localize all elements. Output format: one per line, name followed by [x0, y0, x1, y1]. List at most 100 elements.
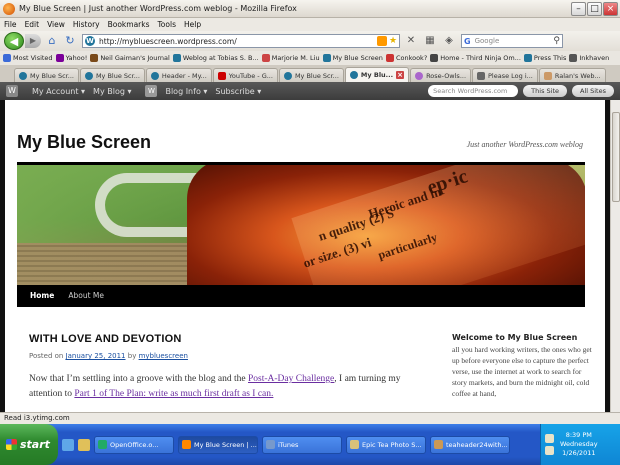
wordpress-admin-bar: W My Account ▾ My Blog ▾ W Blog Info ▾ S… — [0, 82, 620, 100]
home-icon[interactable]: ⌂ — [45, 34, 59, 48]
this-site-button[interactable]: This Site — [523, 85, 567, 97]
browser-tab[interactable]: Rose-Owls... — [410, 68, 472, 82]
window-controls: – □ × — [571, 2, 618, 16]
browser-tab[interactable]: Ralan's Web... — [538, 68, 606, 82]
system-clock[interactable]: 8:39 PM Wednesday 1/26/2011 — [560, 431, 598, 458]
tab-strip: My Blue Scr... My Blue Scr... Header - M… — [0, 65, 620, 82]
browser-tab-active[interactable]: My Blu... × — [344, 67, 410, 82]
stop-icon[interactable]: ✕ — [403, 34, 419, 48]
bookmark-item[interactable]: Conkook? — [385, 54, 427, 62]
bookmark-item[interactable]: Yahoo! — [55, 54, 87, 62]
tray-icons — [545, 434, 554, 455]
status-bar: Read i3.ytimg.com — [0, 412, 620, 424]
windows-taskbar: start OpenOffice.o... My Blue Screen | .… — [0, 424, 620, 465]
url-text[interactable]: http://mybluescreen.wordpress.com/ — [99, 37, 237, 46]
reload-icon[interactable]: ↻ — [63, 34, 77, 48]
menu-item-home[interactable]: Home — [23, 285, 61, 307]
close-button[interactable]: × — [603, 2, 618, 16]
part-1-plan-link[interactable]: Part 1 of The Plan: write as much first … — [74, 389, 273, 399]
tab-favicon-icon — [150, 71, 159, 80]
bookmark-favicon-icon — [322, 54, 331, 62]
post-author-link[interactable]: mybluescreen — [139, 352, 188, 360]
bookmark-item[interactable]: Marjorie M. Liu — [261, 54, 320, 62]
tab-favicon-icon — [349, 71, 358, 79]
menu-bar: File Edit View History Bookmarks Tools H… — [0, 18, 620, 31]
bookmark-item[interactable]: Most Visited — [3, 54, 53, 62]
all-sites-button[interactable]: All Sites — [572, 85, 614, 97]
bookmark-item[interactable]: Home - Third Ninja Om... — [430, 54, 521, 62]
bookmark-item[interactable]: Press This — [523, 54, 566, 62]
browser-tab[interactable]: My Blue Scr... — [14, 68, 79, 82]
network-icon[interactable] — [545, 434, 554, 443]
menu-help[interactable]: Help — [184, 20, 201, 29]
bookmarks-toolbar: Most Visited Yahoo! Neil Gaiman's Journa… — [0, 51, 620, 65]
address-bar[interactable]: W http://mybluescreen.wordpress.com/ ★ — [82, 34, 400, 48]
sidebar-widget-title: Welcome to My Blue Screen — [452, 333, 578, 342]
search-icon[interactable]: ⚲ — [553, 36, 560, 46]
scrollbar-thumb[interactable] — [612, 112, 620, 202]
menu-file[interactable]: File — [4, 20, 17, 29]
blog-info-menu[interactable]: Blog Info ▾ — [165, 87, 207, 96]
sidebar-widget-text: all you hard working writers, the ones w… — [452, 345, 592, 398]
search-placeholder[interactable]: Google — [475, 37, 500, 45]
bookmark-favicon-icon — [55, 54, 64, 62]
browser-tab[interactable]: My Blue Scr... — [79, 68, 145, 82]
site-title[interactable]: My Blue Screen — [17, 132, 151, 153]
bookmark-item[interactable]: Inkhaven — [569, 54, 609, 62]
close-tab-icon[interactable]: × — [396, 71, 405, 79]
wordpress-search-input[interactable]: Search WordPress.com — [428, 85, 519, 97]
youtube-favicon-icon — [217, 71, 226, 80]
window-title-bar: My Blue Screen | Just another WordPress.… — [0, 0, 620, 18]
taskbar-item[interactable]: OpenOffice.o... — [94, 435, 174, 454]
site-description: Just another WordPress.com weblog — [466, 140, 583, 149]
post-meta: Posted on January 25, 2011 by mybluescre… — [29, 352, 188, 360]
addon-icon[interactable]: ▦ — [422, 34, 438, 48]
tab-favicon-icon — [84, 71, 93, 80]
post-date-link[interactable]: January 25, 2011 — [66, 352, 126, 360]
subscribe-menu[interactable]: Subscribe ▾ — [215, 87, 261, 96]
tab-favicon-icon — [477, 71, 486, 80]
window-title: My Blue Screen | Just another WordPress.… — [19, 4, 297, 13]
wordpress-logo-icon[interactable]: W — [6, 85, 18, 97]
browser-tab[interactable]: YouTube - G... — [212, 68, 278, 82]
menu-edit[interactable]: Edit — [25, 20, 40, 29]
my-blog-menu[interactable]: My Blog ▾ — [93, 87, 131, 96]
minimize-button[interactable]: – — [571, 2, 586, 16]
search-box[interactable]: G Google ⚲ — [461, 34, 563, 48]
taskbar-item-active[interactable]: My Blue Screen | ... — [178, 435, 258, 454]
bookmark-favicon-icon — [523, 54, 532, 62]
forward-button[interactable]: ▶ — [25, 34, 41, 48]
addon-icon-2[interactable]: ◈ — [441, 34, 457, 48]
taskbar-item[interactable]: teaheader24with... — [430, 435, 510, 454]
back-button[interactable]: ◀ — [4, 32, 24, 50]
page-scrollbar[interactable] — [610, 100, 620, 412]
menu-view[interactable]: View — [47, 20, 65, 29]
quick-launch-icon[interactable] — [78, 438, 90, 451]
blog-icon[interactable]: W — [145, 85, 158, 97]
bookmark-star-icon[interactable]: ★ — [387, 36, 399, 46]
bookmark-item[interactable]: Neil Gaiman's Journal — [90, 54, 170, 62]
bookmark-item[interactable]: Weblog at Tobias S. B... — [172, 54, 259, 62]
post-a-day-challenge-link[interactable]: Post-A-Day Challenge — [248, 374, 334, 384]
post-title[interactable]: WITH LOVE AND DEVOTION — [29, 333, 182, 345]
start-button[interactable]: start — [0, 424, 58, 465]
site-favicon: W — [85, 36, 95, 46]
menu-bookmarks[interactable]: Bookmarks — [108, 20, 150, 29]
browser-tab[interactable]: Please Log i... — [472, 68, 538, 82]
openoffice-icon — [98, 440, 107, 449]
volume-icon[interactable] — [545, 446, 554, 455]
browser-tab[interactable]: Header - My... — [145, 68, 212, 82]
menu-tools[interactable]: Tools — [158, 20, 176, 29]
browser-tab[interactable]: My Blue Scr... — [278, 68, 344, 82]
bookmark-item[interactable]: My Blue Screen — [322, 54, 383, 62]
quick-launch-icon[interactable] — [62, 438, 74, 451]
rss-feed-icon[interactable] — [377, 36, 387, 46]
my-account-menu[interactable]: My Account ▾ — [32, 87, 85, 96]
taskbar-item[interactable]: iTunes — [262, 435, 342, 454]
maximize-button[interactable]: □ — [587, 2, 602, 16]
system-tray: 8:39 PM Wednesday 1/26/2011 — [540, 424, 620, 465]
menu-history[interactable]: History — [73, 20, 100, 29]
menu-item-about-me[interactable]: About Me — [61, 285, 111, 307]
image-icon — [434, 440, 443, 449]
taskbar-item[interactable]: Epic Tea Photo S... — [346, 435, 426, 454]
